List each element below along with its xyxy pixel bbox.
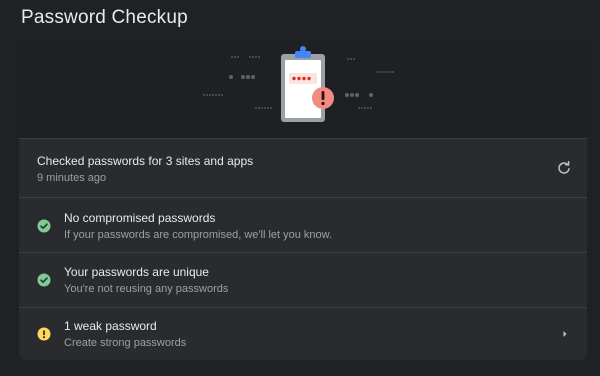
password-checkup-card: Checked passwords for 3 sites and apps 9… [19, 39, 587, 360]
summary-row: Checked passwords for 3 sites and apps 9… [19, 139, 587, 198]
check-circle-icon [37, 273, 51, 287]
check-subtitle: If your passwords are compromised, we'll… [64, 229, 333, 241]
refresh-icon[interactable] [556, 160, 572, 176]
clipboard-illustration-icon [203, 46, 394, 122]
check-subtitle: You're not reusing any passwords [64, 283, 229, 295]
check-row-weak[interactable]: 1 weak password Create strong passwords [19, 309, 587, 360]
check-title: 1 weak password [64, 319, 157, 333]
warning-circle-icon [37, 327, 51, 341]
page-title: Password Checkup [21, 7, 188, 28]
summary-timestamp: 9 minutes ago [37, 172, 107, 184]
summary-title: Checked passwords for 3 sites and apps [37, 154, 254, 168]
check-circle-icon [37, 219, 51, 233]
check-title: No compromised passwords [64, 211, 216, 225]
check-row-unique: Your passwords are unique You're not reu… [19, 254, 587, 308]
hero-illustration [19, 39, 587, 139]
check-subtitle: Create strong passwords [64, 337, 187, 349]
chevron-right-icon[interactable] [557, 326, 573, 342]
check-title: Your passwords are unique [64, 265, 209, 279]
check-row-compromised: No compromised passwords If your passwor… [19, 199, 587, 253]
password-checkup-page: Password Checkup Checked passwords for 3… [0, 0, 600, 376]
